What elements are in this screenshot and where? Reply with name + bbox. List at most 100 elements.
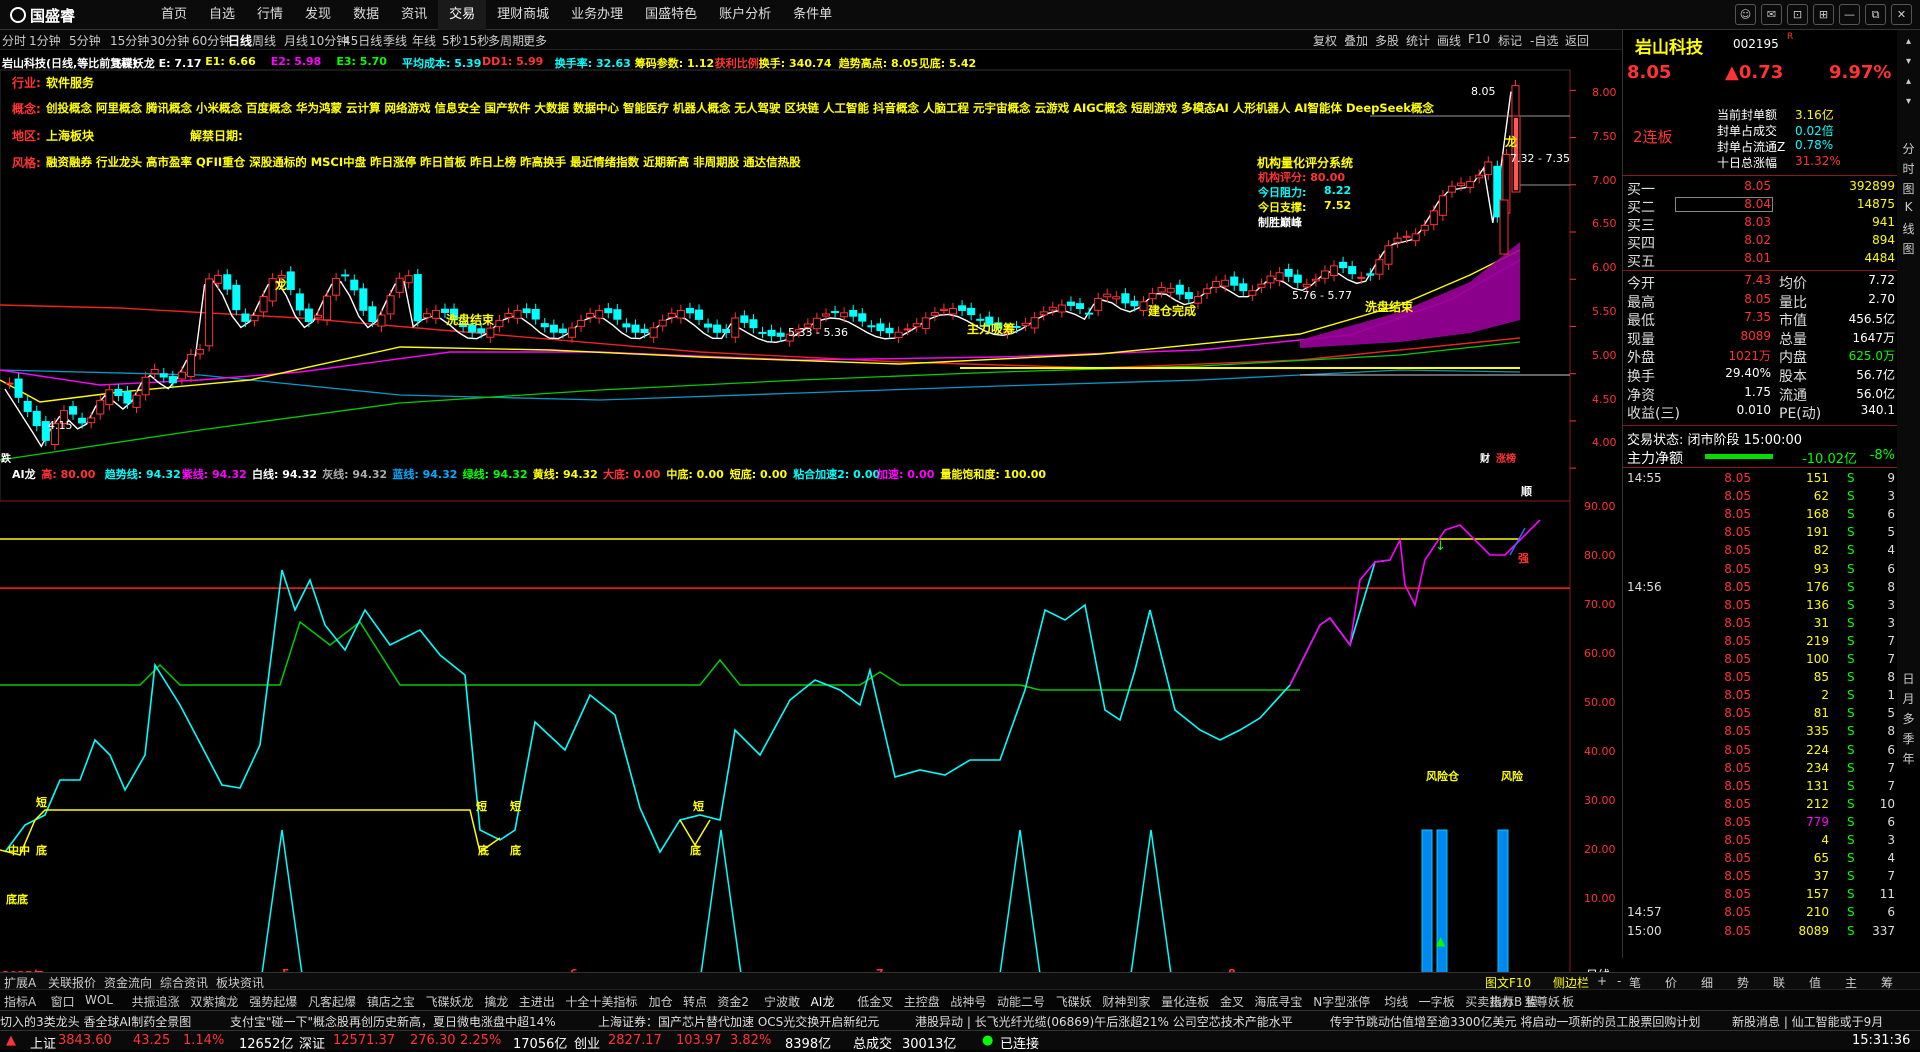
news-item-5[interactable]: 新股消息 | 仙工智能或于9月 xyxy=(1732,1013,1883,1030)
indicator-tab-2[interactable]: WOL xyxy=(85,993,113,1007)
side-tool-6[interactable]: 日 xyxy=(1897,670,1920,687)
menu-item-10[interactable]: 账户分析 xyxy=(708,0,782,30)
indicator-tab-14[interactable]: 资金2 xyxy=(717,993,749,1010)
period-tab-12[interactable]: 年线 xyxy=(412,32,436,49)
window-icon-5[interactable]: ⧉ xyxy=(1865,4,1886,25)
indicator-tab-17[interactable]: 低金叉 xyxy=(857,993,893,1010)
side-tool-4[interactable]: 线 xyxy=(1897,220,1920,237)
indicator-tab-11[interactable]: 十全十美指标 xyxy=(565,993,637,1010)
indicator-tab-22[interactable]: 财神到家 xyxy=(1102,993,1150,1010)
period-tab-6[interactable]: 日线 xyxy=(228,32,252,49)
side-tool-7[interactable]: 月 xyxy=(1897,690,1920,707)
period-tab-11[interactable]: 季线 xyxy=(383,32,407,49)
menu-item-2[interactable]: 行情 xyxy=(246,0,294,30)
menu-item-5[interactable]: 资讯 xyxy=(390,0,438,30)
menu-item-0[interactable]: 首页 xyxy=(150,0,198,30)
menu-item-3[interactable]: 发现 xyxy=(294,0,342,30)
news-item-1[interactable]: 支付宝"碰一下"概念股再创历史新高，夏日微电涨盘中超14% xyxy=(230,1013,556,1030)
news-item-3[interactable]: 港股异动 | 长飞光纤光缆(06869)午后涨超21% 公司空芯技术产能水平 xyxy=(915,1013,1293,1030)
side-arrow-icon-1[interactable]: ▾ xyxy=(1897,56,1920,67)
period-tab-16[interactable]: 更多 xyxy=(523,32,547,49)
side-tool-1[interactable]: 时 xyxy=(1897,160,1920,177)
side-tool-5[interactable]: 图 xyxy=(1897,240,1920,257)
indicator-tab-20[interactable]: 动能二号 xyxy=(997,993,1045,1010)
bottom-tab-right-3[interactable]: - xyxy=(1617,974,1621,988)
toolbar-item-2[interactable]: 多股 xyxy=(1375,32,1399,49)
period-tab-10[interactable]: 45日线 xyxy=(343,32,382,49)
indicator-tab-28[interactable]: 一字板 xyxy=(1419,993,1455,1010)
period-tab-2[interactable]: 5分钟 xyxy=(69,32,101,49)
side-tool-10[interactable]: 年 xyxy=(1897,750,1920,767)
indicator-tab-33[interactable]: 板 xyxy=(1562,993,1574,1010)
bottom-tab-right-2[interactable]: + xyxy=(1597,974,1607,988)
indicator-tab-13[interactable]: 转点 xyxy=(683,993,707,1010)
news-item-2[interactable]: 上海证券：国产芯片替代加速 OCS光交换开启新纪元 xyxy=(598,1013,879,1030)
period-tab-4[interactable]: 30分钟 xyxy=(150,32,189,49)
period-tab-3[interactable]: 15分钟 xyxy=(110,32,149,49)
period-tab-7[interactable]: 周线 xyxy=(252,32,276,49)
window-icon-4[interactable]: — xyxy=(1839,4,1860,25)
side-tool-3[interactable]: K xyxy=(1897,200,1920,214)
indicator-tab-5[interactable]: 强势起爆 xyxy=(249,993,297,1010)
menu-item-9[interactable]: 国盛特色 xyxy=(634,0,708,30)
window-icon-3[interactable]: ⊞ xyxy=(1813,4,1834,25)
side-tool-0[interactable]: 分 xyxy=(1897,140,1920,157)
toolbar-item-1[interactable]: 叠加 xyxy=(1344,32,1368,49)
kline-chart[interactable]: ↓▲ xyxy=(0,50,1622,1002)
menu-item-8[interactable]: 业务办理 xyxy=(560,0,634,30)
indicator-tab-12[interactable]: 加仓 xyxy=(649,993,673,1010)
menu-item-11[interactable]: 条件单 xyxy=(782,0,843,30)
side-tool-8[interactable]: 多 xyxy=(1897,710,1920,727)
window-icon-0[interactable]: ☺ xyxy=(1735,4,1756,25)
indicator-tab-7[interactable]: 镇店之宝 xyxy=(367,993,415,1010)
indicator-tab-25[interactable]: 海底寻宝 xyxy=(1254,993,1302,1010)
indicator-tab-3[interactable]: 共振追涨 xyxy=(132,993,180,1010)
indicator-tab-23[interactable]: 量化连板 xyxy=(1161,993,1209,1010)
period-tab-15[interactable]: 多周期 xyxy=(488,32,524,49)
indicator-tab-19[interactable]: 战神号 xyxy=(950,993,986,1010)
toolbar-item-6[interactable]: 标记 xyxy=(1498,32,1522,49)
period-tab-14[interactable]: 15秒 xyxy=(462,32,489,49)
indicator-tab-31[interactable]: 指标B xyxy=(1490,993,1522,1010)
indicator-tab-21[interactable]: 飞碟妖 xyxy=(1056,993,1092,1010)
side-tool-2[interactable]: 图 xyxy=(1897,180,1920,197)
toolbar-item-5[interactable]: F10 xyxy=(1468,32,1490,46)
indicator-tab-16[interactable]: AI龙 xyxy=(811,993,835,1010)
window-icon-1[interactable]: ✉ xyxy=(1761,4,1782,25)
indicator-tab-4[interactable]: 双紫擒龙 xyxy=(190,993,238,1010)
indicator-tab-26[interactable]: N字型涨停 xyxy=(1313,993,1370,1010)
indicator-tab-24[interactable]: 金叉 xyxy=(1220,993,1244,1010)
news-item-4[interactable]: 传宇节跳动估值增至逾3300亿美元 将启动一项新的员工股票回购计划 xyxy=(1330,1013,1700,1030)
period-tab-1[interactable]: 1分钟 xyxy=(29,32,61,49)
indicator-tab-8[interactable]: 飞碟妖龙 xyxy=(426,993,474,1010)
period-tab-13[interactable]: 5秒 xyxy=(442,32,462,49)
menu-item-4[interactable]: 数据 xyxy=(342,0,390,30)
indicator-tab-15[interactable]: 宁波敢 xyxy=(764,993,800,1010)
indicator-tab-6[interactable]: 凡客起爆 xyxy=(308,993,356,1010)
indicator-tab-32[interactable]: 模 xyxy=(1526,993,1538,1010)
window-icon-2[interactable]: ⊡ xyxy=(1787,4,1808,25)
indicator-tab-9[interactable]: 擒龙 xyxy=(484,993,508,1010)
side-arrow-icon-2[interactable]: ▴ xyxy=(1897,76,1920,87)
window-icon-6[interactable]: ✕ xyxy=(1891,4,1912,25)
indicator-tab-10[interactable]: 主进出 xyxy=(519,993,555,1010)
indicator-tab-1[interactable]: 窗口 xyxy=(51,993,75,1010)
toolbar-item-4[interactable]: 画线 xyxy=(1437,32,1461,49)
period-tab-0[interactable]: 分时 xyxy=(2,32,26,49)
menu-item-6[interactable]: 交易 xyxy=(438,0,487,30)
side-tool-9[interactable]: 季 xyxy=(1897,730,1920,747)
toolbar-item-7[interactable]: -自选 xyxy=(1530,32,1558,49)
side-arrow-icon-3[interactable]: ▾ xyxy=(1897,96,1920,107)
toolbar-item-3[interactable]: 统计 xyxy=(1406,32,1430,49)
toolbar-item-0[interactable]: 复权 xyxy=(1313,32,1337,49)
period-tab-8[interactable]: 月线 xyxy=(284,32,308,49)
indicator-tab-27[interactable]: 均线 xyxy=(1384,993,1408,1010)
period-tab-5[interactable]: 60分钟 xyxy=(192,32,231,49)
news-item-0[interactable]: 切入的3类龙头 香全球AI制药全景图 xyxy=(0,1013,191,1030)
menu-item-7[interactable]: 理财商城 xyxy=(486,0,560,30)
menu-item-1[interactable]: 自选 xyxy=(198,0,246,30)
side-arrow-icon-0[interactable]: ▴ xyxy=(1897,36,1920,47)
indicator-tab-18[interactable]: 主控盘 xyxy=(904,993,940,1010)
indicator-tab-0[interactable]: 指标A xyxy=(4,993,36,1010)
toolbar-item-8[interactable]: 返回 xyxy=(1565,32,1589,49)
